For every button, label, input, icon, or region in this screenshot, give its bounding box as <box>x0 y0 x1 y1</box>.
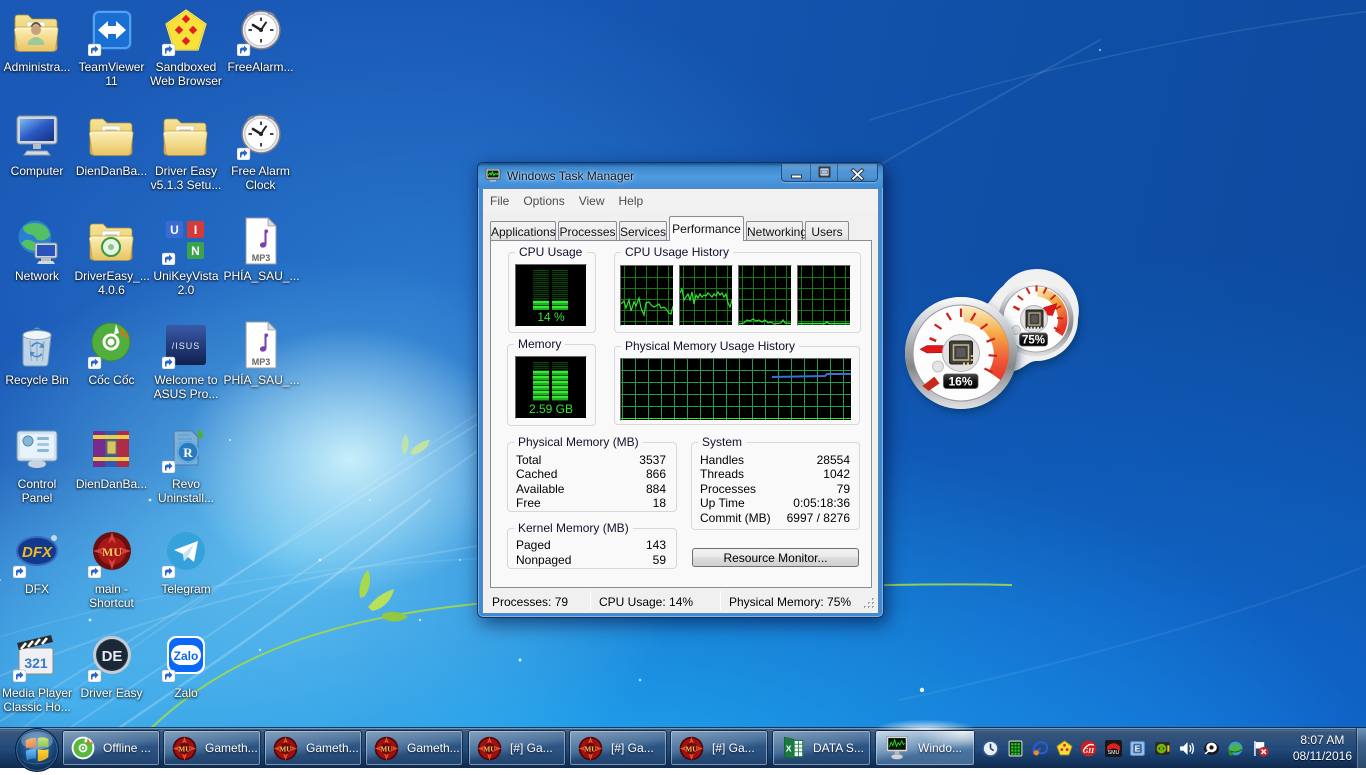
svg-text:I: I <box>194 223 197 237</box>
svg-text:DFX: DFX <box>22 544 53 561</box>
svg-text:75%: 75% <box>1022 335 1045 347</box>
svg-text:16%: 16% <box>948 375 972 389</box>
svg-text:Zalo: Zalo <box>174 649 199 663</box>
svg-text:GII: GII <box>1083 745 1095 754</box>
svg-text:MU: MU <box>102 545 122 559</box>
svg-text:X: X <box>786 743 792 753</box>
svg-text:R: R <box>183 445 193 460</box>
svg-text:U: U <box>170 223 179 237</box>
svg-text:SMU: SMU <box>1107 749 1119 755</box>
svg-text:E: E <box>1135 743 1141 753</box>
svg-text:DE: DE <box>101 648 122 665</box>
svg-text:321: 321 <box>24 655 48 671</box>
svg-text:/ISUS: /ISUS <box>172 341 201 351</box>
svg-text:N: N <box>191 244 200 258</box>
